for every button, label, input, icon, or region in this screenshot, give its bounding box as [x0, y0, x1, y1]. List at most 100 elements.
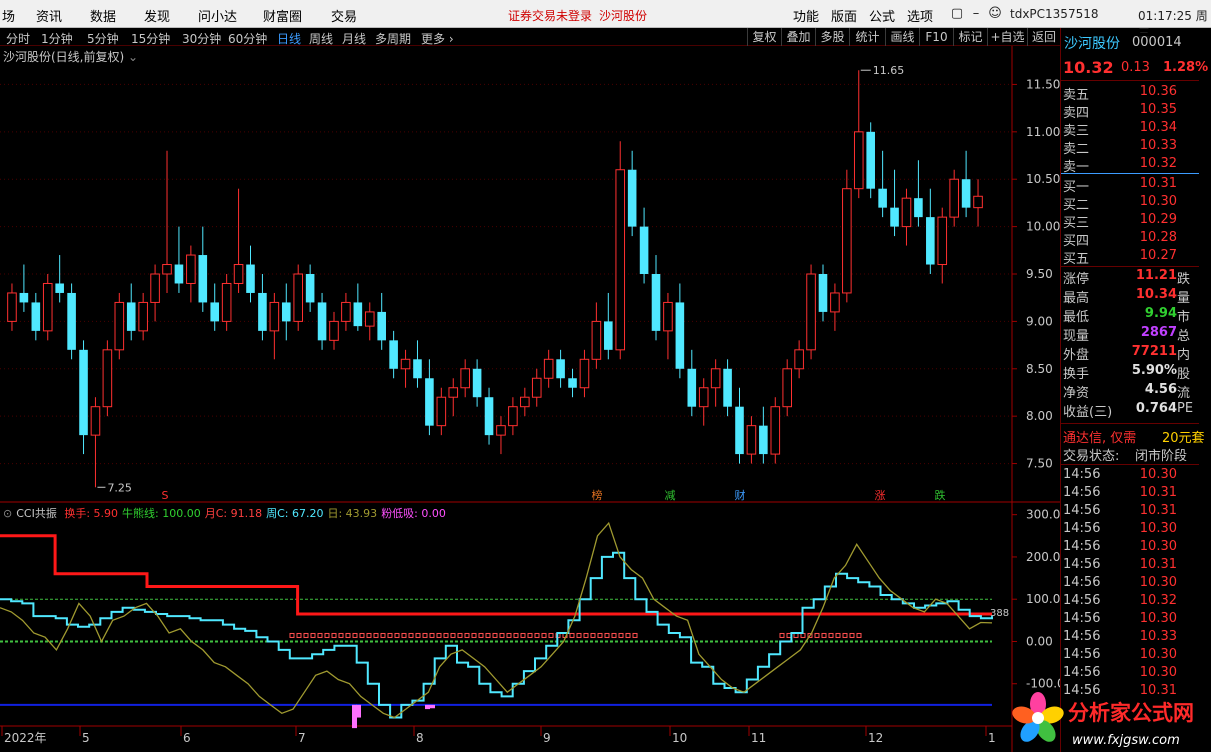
mark-button[interactable]: 标记 [953, 28, 987, 46]
ask-price: 10.35 [1139, 102, 1177, 117]
window-controls: ▢ – ☺ [948, 4, 1004, 24]
indicator-tick-label: 300.0 [1026, 508, 1060, 522]
tf-more[interactable]: 更多 › [421, 30, 454, 47]
stats-button[interactable]: 统计 [849, 28, 885, 46]
stock-name[interactable]: 沙河股份 [1064, 33, 1120, 53]
tick-price: 10.30 [1139, 539, 1177, 554]
indicator-settings-icon[interactable]: ⊙ [3, 507, 12, 520]
signal-marker [380, 632, 386, 638]
adjust-button[interactable]: 复权 [747, 28, 781, 46]
date-label: 11 [751, 731, 766, 745]
menu-item-formula[interactable]: 公式 [869, 6, 895, 25]
ask-label: 卖四 [1063, 106, 1090, 121]
candle-body [901, 197, 912, 228]
ad-highlight: 20元套 [1162, 431, 1205, 446]
menu-item-options[interactable]: 选项 [907, 6, 933, 25]
tf-weekly[interactable]: 周线 [309, 30, 333, 47]
indicator-title[interactable]: ⊙ CCI共振 换手: 5.90 牛熊线: 100.00 月C: 91.18 周C: 6… [3, 505, 454, 521]
bid-label: 买一 [1063, 180, 1090, 195]
candle-body [258, 292, 267, 331]
ask-label: 卖三 [1063, 124, 1090, 139]
menu-item-market[interactable]: 场 [2, 6, 15, 25]
minimize-icon[interactable]: – [967, 4, 985, 24]
indicator-name: CCI共振 [16, 507, 57, 520]
back-button[interactable]: 返回 [1027, 28, 1060, 46]
stat-value: 9.94 [1144, 306, 1177, 321]
multi-stock-button[interactable]: 多股 [815, 28, 849, 46]
signal-marker [779, 632, 785, 638]
indicator-field: 粉低吸: 0.00 [381, 507, 446, 520]
stat-side-label: 跌 [1177, 272, 1191, 287]
menu-item-trade[interactable]: 交易 [331, 6, 357, 25]
candles-layer: 11.65 7.25 [7, 64, 983, 494]
tick-time: 14:56 [1063, 611, 1101, 626]
bid-label: 买四 [1063, 234, 1090, 249]
signal-marker [499, 632, 505, 638]
signal-marker [485, 632, 491, 638]
ask-price: 10.36 [1139, 84, 1177, 99]
menu-item-layout[interactable]: 版面 [831, 6, 857, 25]
user-icon[interactable]: ☺ [986, 4, 1004, 24]
tf-monthly[interactable]: 月线 [342, 30, 366, 47]
ask-price: 10.34 [1139, 120, 1177, 135]
candle-body [31, 302, 41, 331]
menu-item-functions[interactable]: 功能 [793, 6, 819, 25]
tick-time: 14:56 [1063, 647, 1101, 662]
tf-5min[interactable]: 5分钟 [87, 30, 119, 47]
menu-item-wealth-circle[interactable]: 财富圈 [263, 6, 302, 25]
low-absorb-bar [425, 704, 430, 710]
signal-marker [625, 632, 631, 638]
tf-daily[interactable]: 日线 [277, 30, 301, 47]
event-mark-5: 跌 [935, 488, 946, 502]
candle-body [305, 274, 315, 303]
current-stock-link[interactable]: 沙河股份 [599, 7, 647, 24]
candle-body [162, 264, 172, 275]
stat-side-label: 内 [1177, 348, 1191, 363]
divider [1061, 80, 1199, 81]
candle-body [591, 320, 602, 360]
skin-icon[interactable]: ▢ [948, 4, 966, 24]
tick-price: 10.30 [1139, 647, 1177, 662]
candle-body [496, 425, 506, 436]
candle-body [317, 302, 327, 341]
signal-marker [310, 632, 316, 638]
price-tick-label: 9.00 [1026, 314, 1053, 328]
tf-multi[interactable]: 多周期 [375, 30, 411, 47]
menu-item-news[interactable]: 资讯 [36, 6, 62, 25]
menu-item-ask[interactable]: 问小达 [198, 6, 237, 25]
candle-body [556, 359, 565, 379]
f10-button[interactable]: F10 [919, 28, 953, 46]
candle-body [448, 387, 459, 398]
add-watchlist-button[interactable]: +自选 [987, 28, 1027, 46]
tf-15min[interactable]: 15分钟 [131, 30, 170, 47]
candle-body [293, 273, 304, 322]
event-mark-3: 财 [735, 488, 746, 502]
menu-item-data[interactable]: 数据 [90, 6, 116, 25]
draw-line-button[interactable]: 画线 [885, 28, 919, 46]
signal-marker [331, 632, 337, 638]
tf-30min[interactable]: 30分钟 [182, 30, 221, 47]
trade-login-status[interactable]: 证券交易未登录 [508, 7, 592, 24]
candle-body [615, 169, 626, 351]
candle-body [759, 425, 768, 455]
candle-body [949, 178, 959, 218]
chart-canvas[interactable]: 11.657.25 11.5011.0010.5010.009.509.008.… [0, 46, 1060, 752]
tf-intraday[interactable]: 分时 [6, 30, 30, 47]
signal-marker [541, 632, 547, 638]
tf-60min[interactable]: 60分钟 [228, 30, 267, 47]
stock-code: 000014 [1132, 35, 1182, 50]
signal-marker [317, 632, 323, 638]
tf-1min[interactable]: 1分钟 [41, 30, 73, 47]
candle-body [818, 274, 828, 312]
signal-marker [422, 632, 428, 638]
signal-marker [590, 632, 596, 638]
signal-marker [289, 632, 295, 638]
menu-item-discover[interactable]: 发现 [144, 6, 170, 25]
stat-label: 最低 [1063, 310, 1090, 325]
indicator-field: 周C: 67.20 [266, 507, 324, 520]
stat-value: 77211 [1131, 344, 1177, 359]
candle-body [221, 282, 232, 322]
brand-url: www.fxjgsw.com [1072, 733, 1180, 748]
candle-body [138, 301, 148, 332]
overlay-button[interactable]: 叠加 [781, 28, 815, 46]
